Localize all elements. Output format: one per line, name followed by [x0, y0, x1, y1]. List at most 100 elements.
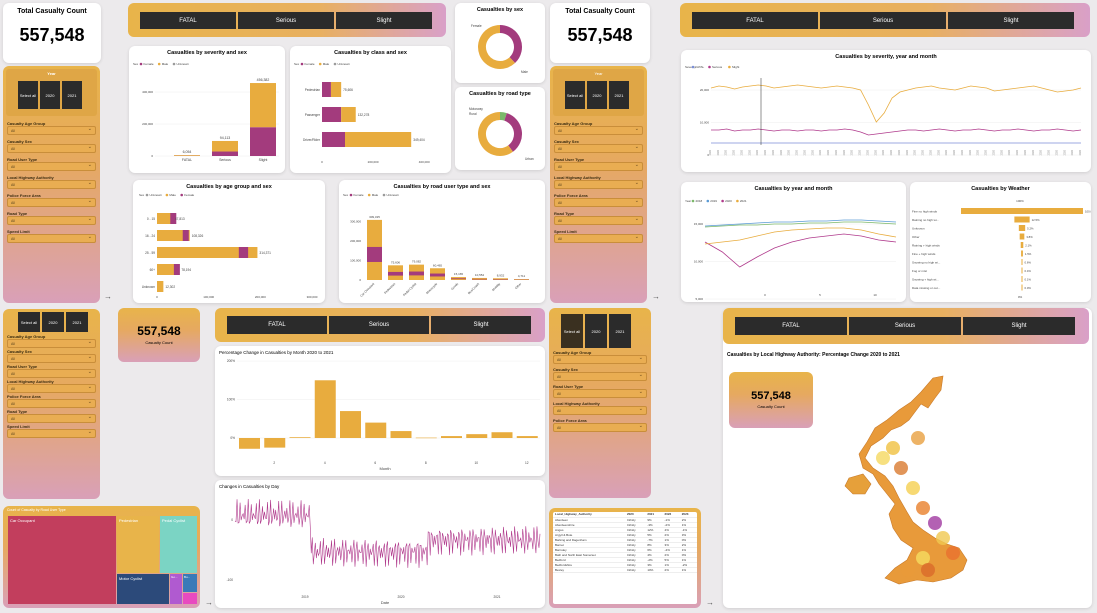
- filter-dropdown[interactable]: All: [554, 126, 643, 135]
- serious-button[interactable]: Serious: [820, 12, 946, 29]
- category-label: Passenger: [305, 113, 321, 117]
- legend-swatch: [140, 63, 143, 66]
- filter-dropdown[interactable]: All: [7, 180, 96, 189]
- filter-dropdown[interactable]: All: [7, 216, 96, 225]
- fatal-button[interactable]: FATAL: [140, 12, 236, 29]
- next-arrow-icon[interactable]: →: [205, 598, 213, 607]
- filter-dropdown[interactable]: All: [553, 389, 647, 398]
- axis-tick: 400,000: [142, 90, 153, 94]
- serious-button[interactable]: Serious: [329, 316, 429, 334]
- axis-tick: 2020: [898, 149, 901, 155]
- bar: [239, 438, 260, 449]
- serious-button[interactable]: Serious: [238, 12, 334, 29]
- data-label: 132,278: [358, 113, 370, 117]
- year-2020-button[interactable]: 2020: [40, 81, 60, 109]
- filter-dropdown[interactable]: All: [7, 339, 96, 348]
- table-row[interactable]: BexleyInfinity10%2%1%: [553, 567, 697, 572]
- bar-male: [345, 132, 411, 147]
- year-2021-button[interactable]: 2021: [66, 312, 88, 332]
- filter-group: Casualty Age GroupAll: [7, 121, 96, 135]
- filter-dropdown[interactable]: All: [554, 216, 643, 225]
- filter-dropdown[interactable]: All: [554, 180, 643, 189]
- chart-title: Casualties by sex: [455, 7, 545, 13]
- slight-button[interactable]: Slight: [431, 316, 531, 334]
- axis-tick: -100: [227, 578, 234, 582]
- treemap-cell-pedestrian[interactable]: Pedestrian: [117, 516, 159, 573]
- filter-dropdown[interactable]: All: [553, 372, 647, 381]
- treemap-cell-bus[interactable]: Bu...: [183, 574, 197, 592]
- funnel-bar: [1022, 268, 1023, 274]
- treemap-cell-motor[interactable]: Motor Cyclist: [117, 574, 169, 604]
- filter-dropdown[interactable]: All: [7, 384, 96, 393]
- filter-dropdown[interactable]: All: [7, 144, 96, 153]
- filter-dropdown[interactable]: All: [553, 423, 647, 432]
- year-2020-button[interactable]: 2020: [587, 81, 607, 109]
- category-label: Bus/Coach: [467, 282, 480, 295]
- filter-dropdown[interactable]: All: [7, 414, 96, 423]
- bar-male: [212, 141, 238, 152]
- legend-swatch: [350, 194, 353, 197]
- filter-dropdown[interactable]: All: [7, 162, 96, 171]
- filter-dropdown[interactable]: All: [554, 162, 643, 171]
- filter-dropdown[interactable]: All: [7, 198, 96, 207]
- kpi-subtitle: Casualty Count: [118, 340, 200, 345]
- year-2020-button[interactable]: 2020: [42, 312, 64, 332]
- serious-button[interactable]: Serious: [849, 317, 961, 335]
- filter-dropdown[interactable]: All: [7, 234, 96, 243]
- filter-dropdown[interactable]: All: [7, 399, 96, 408]
- year-2021-button[interactable]: 2021: [609, 314, 631, 348]
- bar: [466, 434, 487, 438]
- bar: [517, 436, 538, 438]
- year-2021-button[interactable]: 2021: [609, 81, 629, 109]
- select-all-button[interactable]: Select all: [18, 312, 40, 332]
- axis-tick: 2020: [803, 149, 806, 155]
- year-2020-button[interactable]: 2020: [585, 314, 607, 348]
- axis-tick: 2020: [397, 595, 404, 599]
- filter-group: Road User TypeAll: [7, 157, 96, 171]
- treemap-cell-goods[interactable]: Go...: [170, 574, 182, 604]
- axis-tick: 2020: [748, 149, 751, 155]
- slight-button[interactable]: Slight: [948, 12, 1074, 29]
- filter-dropdown[interactable]: All: [553, 406, 647, 415]
- filter-dropdown[interactable]: All: [554, 144, 643, 153]
- bar: [416, 438, 437, 439]
- slight-button[interactable]: Slight: [963, 317, 1075, 335]
- filter-dropdown[interactable]: All: [553, 355, 647, 364]
- region: [911, 431, 925, 445]
- category-label: Unknown: [142, 285, 156, 289]
- data-label: 456,382: [257, 78, 270, 82]
- treemap-cell-car[interactable]: Car Occupant: [8, 516, 116, 604]
- filter-dropdown[interactable]: All: [554, 198, 643, 207]
- filter-dropdown[interactable]: All: [554, 234, 643, 243]
- fatal-button[interactable]: FATAL: [692, 12, 818, 29]
- next-arrow-icon[interactable]: →: [652, 292, 660, 301]
- region: [921, 563, 935, 577]
- legend-label: Male: [169, 193, 176, 197]
- filter-dropdown[interactable]: All: [7, 126, 96, 135]
- legend-label: Unknown: [338, 62, 351, 66]
- axis-tick: 200,000: [350, 239, 361, 243]
- treemap-cell-pedal[interactable]: Pedal Cyclist: [160, 516, 197, 573]
- filter-dropdown[interactable]: All: [7, 354, 96, 363]
- filter-dropdown[interactable]: All: [7, 369, 96, 378]
- severity-bar-4: FATAL Serious Slight: [723, 308, 1089, 344]
- next-arrow-icon[interactable]: →: [706, 598, 714, 607]
- select-all-button[interactable]: Select all: [561, 314, 583, 348]
- slight-button[interactable]: Slight: [336, 12, 432, 29]
- axis-tick: 2020: [717, 149, 720, 155]
- data-label: 3.8%: [1026, 235, 1033, 239]
- legend-label: Unknown: [177, 62, 190, 66]
- chart-title: Casualties by road type: [455, 91, 545, 97]
- next-arrow-icon[interactable]: →: [104, 292, 112, 301]
- chart-title: Casualties by severity and sex: [129, 50, 285, 56]
- select-all-button[interactable]: Select all: [565, 81, 585, 109]
- fatal-button[interactable]: FATAL: [735, 317, 847, 335]
- select-all-button[interactable]: Select all: [18, 81, 38, 109]
- uk-map[interactable]: [723, 308, 1092, 608]
- chart-title: Casualties by year and month: [681, 186, 906, 192]
- legend-label: Female: [305, 62, 315, 66]
- fatal-button[interactable]: FATAL: [227, 316, 327, 334]
- region: [886, 441, 900, 455]
- year-2021-button[interactable]: 2021: [62, 81, 82, 109]
- filter-dropdown[interactable]: All: [7, 429, 96, 438]
